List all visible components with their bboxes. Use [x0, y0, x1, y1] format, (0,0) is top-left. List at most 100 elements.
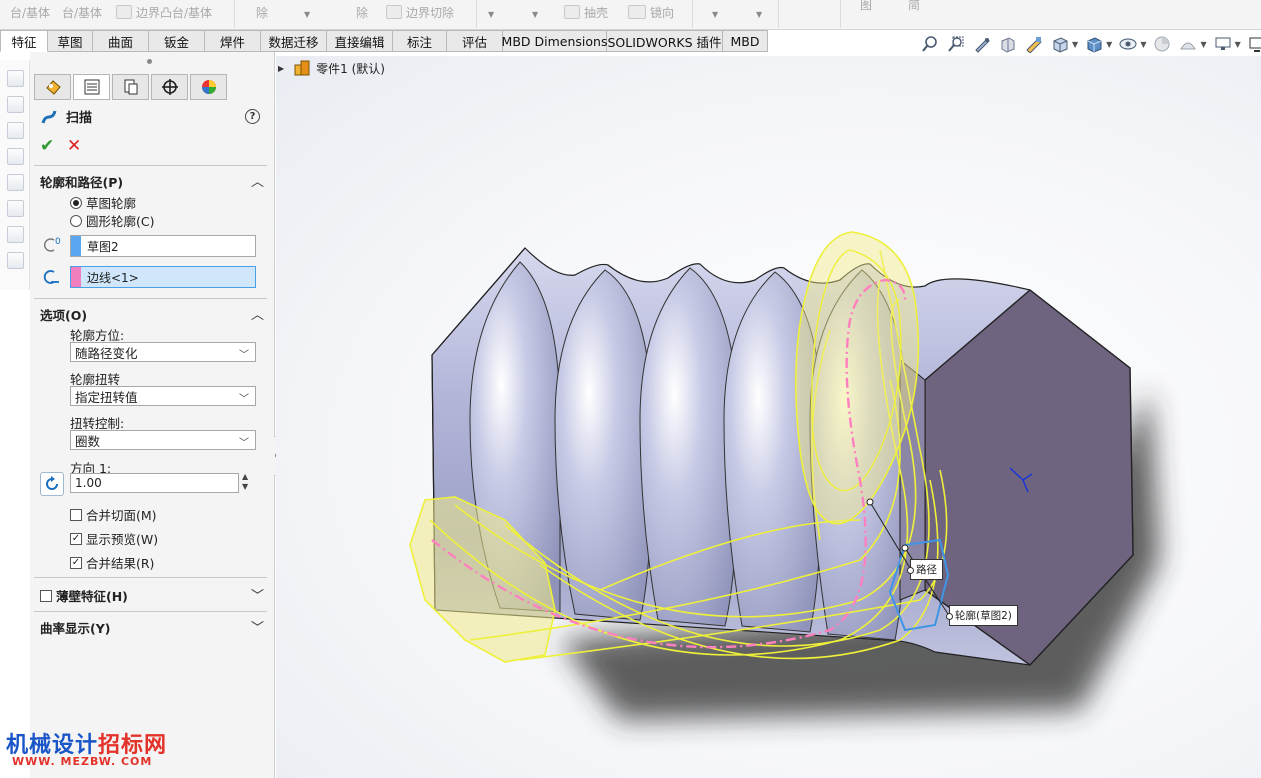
profile-selection-box[interactable]: 草图2 — [70, 235, 256, 257]
edit-appearance-icon[interactable] — [1152, 34, 1172, 54]
repair-sketch-icon[interactable] — [7, 252, 24, 269]
tab-solidworks-addins[interactable]: SOLIDWORKS 插件 — [607, 30, 723, 52]
orientation-dropdown[interactable]: 随路径变化 ﹀ — [70, 342, 256, 362]
profile-callout[interactable]: 轮廓(草图2) — [946, 605, 1018, 626]
checkbox[interactable] — [70, 508, 82, 521]
property-manager-panel: 扫描 ? ✔ ✕ 轮廓和路径(P) ︿ 草图轮廓 圆形轮廓(C) 0 草图2 边… — [30, 52, 275, 778]
checkbox-checked[interactable]: ✓ — [70, 532, 82, 545]
path-callout[interactable]: 路径 — [907, 559, 943, 580]
convert-entity-icon[interactable] — [7, 226, 24, 243]
tab-features[interactable]: 特征 — [0, 30, 48, 52]
twist-dropdown[interactable]: 指定扭转值 ﹀ — [70, 386, 256, 406]
swept-cut-button[interactable]: 除 — [356, 2, 368, 22]
chevron-down-icon[interactable]: ▼ — [488, 10, 494, 19]
cancel-button[interactable]: ✕ — [67, 136, 81, 156]
chevron-down-icon[interactable]: ▼ — [756, 10, 762, 19]
radio-button-selected[interactable] — [70, 196, 82, 209]
tab-weldments[interactable]: 焊件 — [205, 30, 261, 52]
path-color-swatch — [71, 267, 81, 287]
tab-mbd-dimensions[interactable]: MBD Dimensions — [502, 30, 607, 52]
mirror-button[interactable]: 镜向 — [628, 2, 674, 22]
copy-entity-icon[interactable] — [7, 200, 24, 217]
monitor-icon[interactable] — [1247, 34, 1261, 54]
feature-manager-tab[interactable] — [34, 74, 71, 100]
smart-dimension-icon[interactable] — [7, 70, 24, 87]
display-style-icon[interactable] — [1084, 34, 1104, 54]
tab-surfaces[interactable]: 曲面 — [93, 30, 149, 52]
chevron-down-icon[interactable]: ﹀ — [251, 585, 264, 604]
sketch-picture-icon[interactable] — [7, 174, 24, 191]
previous-view-icon[interactable] — [972, 34, 992, 54]
tab-mbd[interactable]: MBD — [723, 30, 768, 52]
property-manager-tab[interactable] — [73, 74, 110, 100]
chevron-down-icon[interactable]: ▼ — [712, 10, 718, 19]
tab-direct-editing[interactable]: 直接编辑 — [327, 30, 393, 52]
chevron-down-icon[interactable]: ▼ — [304, 10, 310, 19]
merge-tangent-faces-checkbox[interactable]: 合并切面(M) — [70, 505, 157, 524]
chevron-down-icon[interactable]: ▼ — [1235, 40, 1241, 49]
view-settings-icon[interactable] — [1213, 34, 1233, 54]
apply-scene-icon[interactable] — [1178, 34, 1198, 54]
configuration-manager-tab[interactable] — [112, 74, 149, 100]
view-orientation-icon[interactable] — [1050, 34, 1070, 54]
boundary-cut-button[interactable]: 边界切除 — [386, 2, 454, 22]
toolbar-divider — [234, 0, 235, 28]
chevron-down-icon[interactable]: ﹀ — [251, 617, 264, 636]
reference-geometry-button[interactable]: 图 — [860, 0, 872, 14]
ok-button[interactable]: ✔ — [40, 136, 54, 156]
feature-tree-flyout[interactable]: ▶ 零件1 (默认) — [278, 59, 385, 77]
profile-path-group-header[interactable]: 轮廓和路径(P) — [40, 172, 123, 191]
help-icon[interactable]: ? — [245, 109, 260, 124]
show-preview-checkbox[interactable]: ✓ 显示预览(W) — [70, 529, 158, 548]
add-relation-icon[interactable] — [7, 148, 24, 165]
sketch-note-icon[interactable] — [7, 122, 24, 139]
twist-control-dropdown[interactable]: 圈数 ﹀ — [70, 430, 256, 450]
dynamic-annotation-icon[interactable] — [1024, 34, 1044, 54]
display-manager-tab[interactable] — [190, 74, 227, 100]
circular-profile-radio[interactable]: 圆形轮廓(C) — [70, 211, 154, 230]
curves-button[interactable]: 简 — [908, 0, 920, 14]
hide-show-items-icon[interactable] — [1118, 34, 1138, 54]
merge-result-checkbox[interactable]: ✓ 合并结果(R) — [70, 553, 154, 572]
part-icon — [294, 60, 310, 76]
chevron-down-icon[interactable]: ▼ — [1072, 40, 1078, 49]
zoom-to-fit-icon[interactable] — [920, 34, 940, 54]
panel-grip[interactable] — [147, 59, 152, 64]
shell-button[interactable]: 抽壳 — [564, 2, 608, 22]
radio-button[interactable] — [70, 214, 82, 227]
sketch-profile-radio[interactable]: 草图轮廓 — [70, 193, 136, 212]
revolve-boss-button[interactable]: 台/基体 — [10, 2, 50, 22]
extruded-cut-button[interactable]: 除 — [256, 2, 268, 22]
chevron-up-icon[interactable]: ︿ — [251, 304, 264, 323]
chevron-down-icon[interactable]: ▼ — [1106, 40, 1112, 49]
chevron-down-icon[interactable]: ▼ — [1200, 40, 1206, 49]
chevron-down-icon[interactable]: ▼ — [532, 10, 538, 19]
profile-pick-point — [901, 544, 909, 552]
path-selection-box[interactable]: 边线<1> — [70, 266, 256, 288]
swept-boss-button[interactable]: 台/基体 — [62, 2, 102, 22]
checkbox-checked[interactable]: ✓ — [70, 556, 82, 569]
options-group-header[interactable]: 选项(O) — [40, 305, 87, 324]
boundary-boss-button[interactable]: 边界凸台/基体 — [116, 2, 212, 22]
model-view — [409, 231, 1160, 720]
chevron-down-icon[interactable]: ▼ — [1140, 40, 1146, 49]
expand-arrow-icon[interactable]: ▶ — [278, 64, 284, 73]
spinner-arrows[interactable]: ▲ ▼ — [242, 472, 248, 492]
direction-value-input[interactable]: 1.00 — [70, 473, 239, 493]
sketch-text-icon[interactable] — [7, 96, 24, 113]
graphics-area[interactable] — [276, 56, 1261, 778]
dimxpert-manager-tab[interactable] — [151, 74, 188, 100]
tab-sheet-metal[interactable]: 钣金 — [149, 30, 205, 52]
thin-feature-checkbox[interactable]: 薄壁特征(H) — [40, 586, 128, 605]
zoom-to-area-icon[interactable] — [946, 34, 966, 54]
tab-evaluate[interactable]: 评估 — [447, 30, 503, 52]
chevron-up-icon[interactable]: ︿ — [251, 171, 264, 190]
tab-markup[interactable]: 标注 — [393, 30, 447, 52]
tab-data-migration[interactable]: 数据迁移 — [261, 30, 327, 52]
curvature-display-header[interactable]: 曲率显示(Y) — [40, 618, 110, 637]
tab-sketch[interactable]: 草图 — [48, 30, 93, 52]
divider — [34, 298, 267, 299]
reverse-direction-icon[interactable] — [40, 472, 64, 496]
checkbox[interactable] — [40, 589, 52, 602]
section-view-icon[interactable] — [998, 34, 1018, 54]
